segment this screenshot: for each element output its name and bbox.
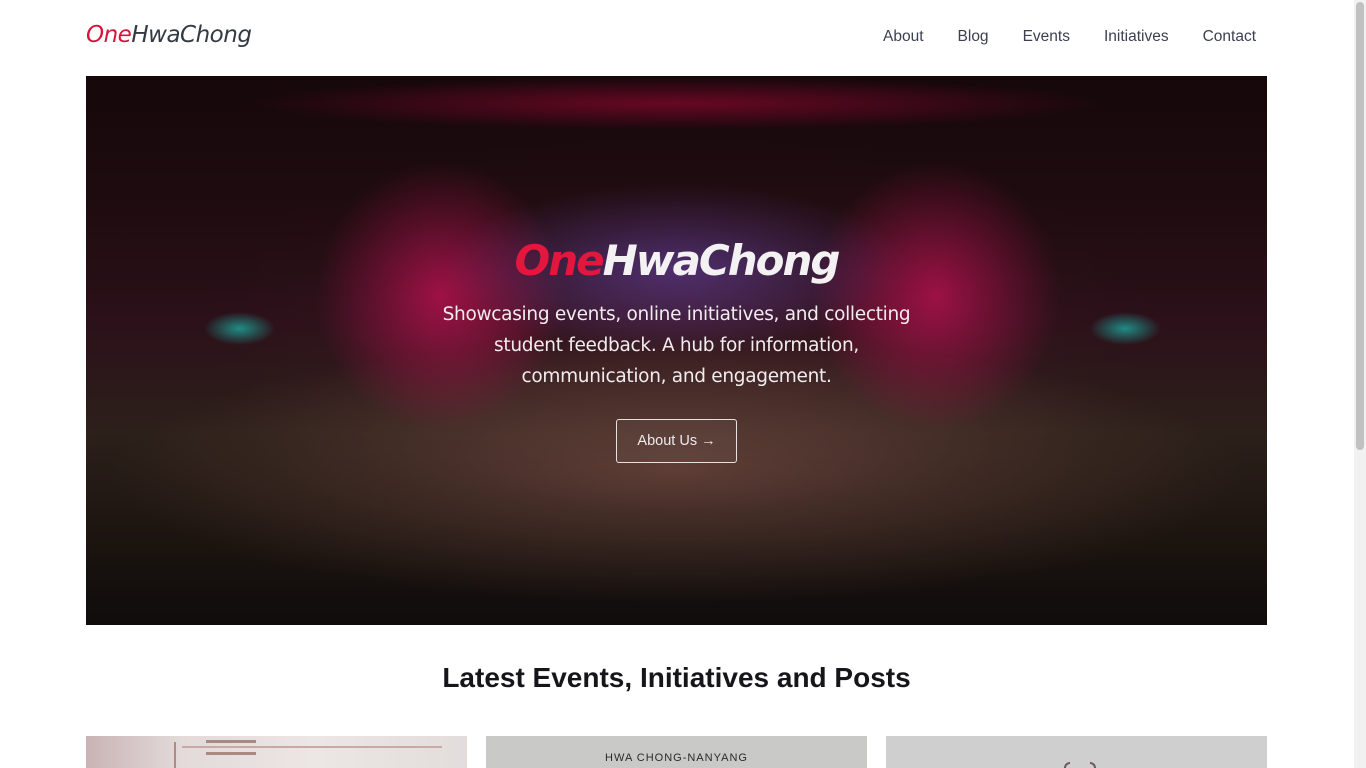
card-image-detail (206, 752, 256, 755)
post-cards: HWA CHONG-NANYANG (86, 736, 1267, 768)
nav-link-initiatives[interactable]: Initiatives (1104, 28, 1169, 46)
card-image-detail (206, 740, 256, 743)
nav-link-blog[interactable]: Blog (958, 28, 989, 46)
post-card-image[interactable] (886, 736, 1267, 768)
scrollbar-thumb[interactable] (1356, 2, 1364, 450)
card-image-detail (1090, 762, 1096, 768)
card-image-detail (1064, 762, 1070, 768)
hero-title-part-two: HwaChong (602, 236, 841, 285)
arrow-right-icon: → (701, 433, 716, 449)
navbar: OneHwaChong About Blog Events Initiative… (0, 0, 1354, 76)
about-us-button-label: About Us (637, 433, 698, 449)
hero-subtitle: Showcasing events, online initiatives, a… (442, 304, 911, 387)
post-card-image[interactable] (86, 736, 467, 768)
hero-title: OneHwaChong (86, 236, 1267, 285)
card-image-detail (174, 742, 176, 768)
nav-link-about[interactable]: About (883, 28, 924, 46)
about-us-button[interactable]: About Us → (616, 419, 737, 463)
nav-link-events[interactable]: Events (1023, 28, 1070, 46)
card-image-caption: HWA CHONG-NANYANG (605, 752, 748, 764)
hero-banner: OneHwaChong Showcasing events, online in… (86, 76, 1267, 625)
nav-link-contact[interactable]: Contact (1203, 28, 1256, 46)
brand-logo-link[interactable]: OneHwaChong (86, 22, 252, 48)
card-image-detail (182, 746, 442, 748)
section-title: Latest Events, Initiatives and Posts (442, 662, 911, 693)
main-nav: About Blog Events Initiatives Contact (883, 28, 1256, 46)
brand-part-two: HwaChong (131, 22, 252, 48)
page-scrollbar[interactable] (1354, 0, 1366, 768)
hero-title-part-one: One (514, 236, 605, 285)
brand-part-one: One (86, 22, 132, 48)
post-card-image[interactable]: HWA CHONG-NANYANG (486, 736, 867, 768)
